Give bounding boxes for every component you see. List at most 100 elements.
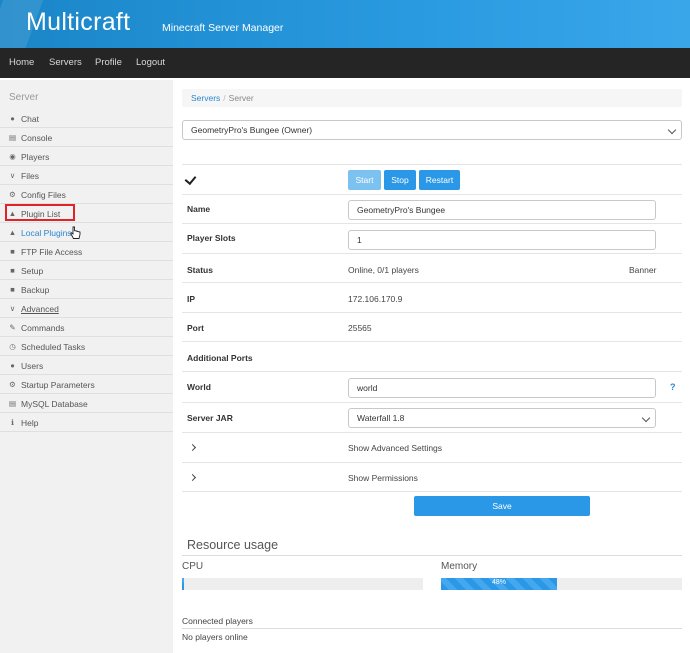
sidebar-item-label: Users	[21, 361, 44, 371]
chevron-right-icon[interactable]	[188, 443, 197, 452]
show-advanced-settings-link[interactable]: Show Advanced Settings	[348, 443, 442, 453]
nav-logout[interactable]: Logout	[136, 57, 165, 68]
advanced-settings-row: Show Advanced Settings	[182, 432, 682, 462]
sidebar-item-label: Setup	[21, 266, 44, 276]
sidebar-item-label: Help	[21, 418, 39, 428]
sidebar-item-users[interactable]: ● Users	[0, 356, 173, 375]
sidebar: Server ● Chat ▤ Console ◉ Players ∨ File…	[0, 80, 173, 653]
top-nav: Home Servers Profile Logout	[0, 48, 690, 78]
world-field[interactable]: world	[348, 378, 656, 398]
name-field[interactable]: GeometryPro's Bungee	[348, 200, 656, 220]
sidebar-item-label: Config Files	[21, 190, 66, 200]
sidebar-item-label: Startup Parameters	[21, 380, 95, 390]
name-label: Name	[187, 204, 211, 214]
edit-icon: ✎	[9, 323, 16, 332]
memory-meter: 48%	[441, 578, 682, 590]
sidebar-item-label: Scheduled Tasks	[21, 342, 86, 352]
memory-meter-fill: 48%	[441, 578, 557, 590]
server-jar-select[interactable]: Waterfall 1.8	[348, 408, 656, 428]
nav-profile[interactable]: Profile	[95, 57, 122, 68]
file-icon: ■	[10, 266, 15, 275]
resource-usage-title: Resource usage	[187, 538, 279, 552]
chevron-right-icon[interactable]	[188, 473, 197, 482]
ip-row: IP 172.106.170.9	[182, 282, 682, 312]
ip-label: IP	[187, 294, 196, 304]
sidebar-item-label: Advanced	[21, 304, 59, 314]
nav-servers[interactable]: Servers	[49, 57, 82, 68]
divider	[182, 628, 682, 629]
status-value: Online, 0/1 players	[348, 265, 419, 275]
file-icon: ■	[10, 285, 15, 294]
sidebar-item-label: Console	[21, 133, 53, 143]
plugin-icon: ▲	[8, 228, 17, 237]
restart-button[interactable]: Restart	[419, 170, 460, 190]
stop-button[interactable]: Stop	[384, 170, 416, 190]
app-header: Multicraft Minecraft Server Manager	[0, 0, 690, 48]
brand-tagline: Minecraft Server Manager	[162, 22, 284, 34]
save-button[interactable]: Save	[414, 496, 590, 516]
chevron-down-icon: ∨	[9, 304, 16, 313]
chevron-down-icon: ∨	[9, 171, 16, 180]
sidebar-item-players[interactable]: ◉ Players	[0, 147, 173, 166]
chevron-down-icon	[641, 413, 651, 423]
server-jar-row: Server JAR Waterfall 1.8	[182, 402, 682, 432]
server-jar-label: Server JAR	[187, 413, 233, 423]
sidebar-item-label: Chat	[21, 114, 39, 124]
sidebar-item-label: MySQL Database	[21, 399, 88, 409]
checkmark-icon	[184, 172, 197, 186]
show-permissions-link[interactable]: Show Permissions	[348, 473, 418, 483]
breadcrumb: Servers / Server	[182, 89, 682, 107]
main-content: Servers / Server GeometryPro's Bungee (Own…	[174, 80, 690, 653]
chat-icon: ●	[10, 114, 15, 123]
breadcrumb-separator: /	[223, 93, 226, 103]
highlight-box	[5, 204, 75, 221]
sidebar-item-files[interactable]: ∨ Files	[0, 166, 173, 185]
divider	[182, 555, 682, 556]
brand-logo[interactable]: Multicraft	[26, 8, 130, 37]
cpu-label: CPU	[182, 561, 204, 572]
sidebar-item-chat[interactable]: ● Chat	[0, 109, 173, 128]
clock-icon: ◷	[9, 342, 16, 351]
sidebar-item-advanced[interactable]: ∨ Advanced	[0, 299, 173, 318]
memory-label: Memory	[441, 561, 478, 572]
sidebar-item-console[interactable]: ▤ Console	[0, 128, 173, 147]
port-row: Port 25565	[182, 312, 682, 341]
sidebar-item-label: Backup	[21, 285, 50, 295]
sidebar-item-setup[interactable]: ■ Setup	[0, 261, 173, 280]
name-row: Name GeometryPro's Bungee	[182, 194, 682, 223]
sidebar-title: Server	[9, 92, 39, 103]
status-label: Status	[187, 265, 213, 275]
sidebar-item-label: FTP File Access	[21, 247, 83, 257]
sidebar-item-ftp-file-access[interactable]: ■ FTP File Access	[0, 242, 173, 261]
nav-home[interactable]: Home	[9, 57, 34, 68]
start-button[interactable]: Start	[348, 170, 381, 190]
status-row: Status Online, 0/1 players Banner	[182, 253, 682, 282]
player-slots-field[interactable]: 1	[348, 230, 656, 250]
chevron-down-icon	[667, 125, 677, 135]
cpu-meter	[182, 578, 423, 590]
sidebar-item-startup-parameters[interactable]: ⚙ Startup Parameters	[0, 375, 173, 394]
sidebar-item-config-files[interactable]: ⚙ Config Files	[0, 185, 173, 204]
sidebar-item-local-plugins[interactable]: ▲ Local Plugins	[0, 223, 173, 242]
sidebar-item-help[interactable]: ℹ Help	[0, 413, 173, 432]
server-select[interactable]: GeometryPro's Bungee (Owner)	[182, 120, 682, 140]
gear-icon: ⚙	[9, 380, 16, 389]
sidebar-item-scheduled-tasks[interactable]: ◷ Scheduled Tasks	[0, 337, 173, 356]
world-label: World	[187, 382, 211, 392]
banner-link[interactable]: Banner	[629, 265, 656, 275]
sidebar-item-mysql-database[interactable]: ▤ MySQL Database	[0, 394, 173, 413]
controls-row: Start Stop Restart	[182, 164, 682, 194]
database-icon: ▤	[8, 399, 17, 408]
sidebar-item-backup[interactable]: ■ Backup	[0, 280, 173, 299]
port-value: 25565	[348, 323, 372, 333]
help-icon[interactable]: ?	[670, 382, 676, 392]
additional-ports-row: Additional Ports	[182, 341, 682, 371]
file-icon: ■	[10, 247, 15, 256]
sidebar-item-commands[interactable]: ✎ Commands	[0, 318, 173, 337]
gear-icon: ⚙	[9, 190, 16, 199]
hand-cursor-icon	[70, 226, 81, 239]
user-icon: ●	[10, 361, 15, 370]
sidebar-item-label: Players	[21, 152, 50, 162]
breadcrumb-servers[interactable]: Servers	[191, 93, 220, 103]
world-row: World world ?	[182, 371, 682, 402]
